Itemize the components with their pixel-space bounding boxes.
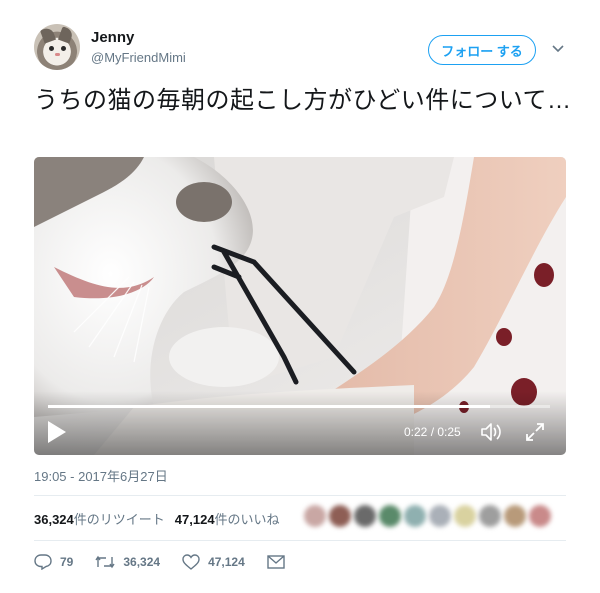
video-progress-fill xyxy=(48,405,490,408)
retweet-stat-count: 36,324 xyxy=(34,511,74,527)
user-handle[interactable]: @MyFriendMimi xyxy=(91,49,186,67)
reply-icon xyxy=(34,554,52,570)
play-icon[interactable] xyxy=(44,419,68,445)
video-player[interactable]: 0:22 / 0:25 xyxy=(34,157,566,455)
like-stat-label: 件のいいね xyxy=(214,511,280,527)
retweet-icon xyxy=(95,555,115,569)
video-time: 0:22 / 0:25 xyxy=(404,425,461,439)
liker-avatars xyxy=(304,505,554,527)
like-stat-count: 47,124 xyxy=(174,511,215,527)
reply-button[interactable]: 79 xyxy=(34,554,73,570)
liker-avatar[interactable] xyxy=(304,505,326,527)
divider xyxy=(34,495,566,496)
retweet-button[interactable]: 36,324 xyxy=(95,555,160,569)
liker-avatar[interactable] xyxy=(529,505,551,527)
retweet-stat[interactable]: 36,324件のリツイート xyxy=(34,509,165,528)
fullscreen-icon[interactable] xyxy=(524,421,546,443)
like-count: 47,124 xyxy=(208,555,245,569)
heart-icon xyxy=(182,554,200,570)
follow-button[interactable]: フォロー する xyxy=(428,35,536,65)
liker-avatar[interactable] xyxy=(379,505,401,527)
liker-avatar[interactable] xyxy=(504,505,526,527)
user-names[interactable]: Jenny @MyFriendMimi xyxy=(91,28,186,67)
like-button[interactable]: 47,124 xyxy=(182,554,245,570)
liker-avatar[interactable] xyxy=(479,505,501,527)
volume-icon[interactable] xyxy=(480,421,502,443)
retweet-count: 36,324 xyxy=(123,555,161,569)
avatar[interactable] xyxy=(34,24,80,70)
liker-avatar[interactable] xyxy=(454,505,476,527)
tweet-timestamp[interactable]: 19:05 - 2017年6月27日 xyxy=(34,466,168,485)
retweet-stat-label: 件のリツイート xyxy=(73,511,165,527)
divider xyxy=(34,540,566,541)
like-stat[interactable]: 47,124件のいいね xyxy=(175,509,280,528)
liker-avatar[interactable] xyxy=(354,505,376,527)
liker-avatar[interactable] xyxy=(329,505,351,527)
dm-button[interactable] xyxy=(267,555,293,569)
liker-avatar[interactable] xyxy=(429,505,451,527)
tweet-actions: 79 36,324 47,124 xyxy=(34,552,315,572)
reply-count: 79 xyxy=(60,555,74,569)
chevron-down-icon[interactable] xyxy=(550,40,566,56)
video-controls: 0:22 / 0:25 xyxy=(34,391,566,455)
liker-avatar[interactable] xyxy=(404,505,426,527)
tweet-header: Jenny @MyFriendMimi フォロー する xyxy=(34,24,574,80)
envelope-icon xyxy=(267,555,285,569)
display-name[interactable]: Jenny xyxy=(91,28,186,47)
video-progress[interactable] xyxy=(48,405,550,408)
tweet-text: うちの猫の毎朝の起こし方がひどい件について… xyxy=(34,87,572,114)
